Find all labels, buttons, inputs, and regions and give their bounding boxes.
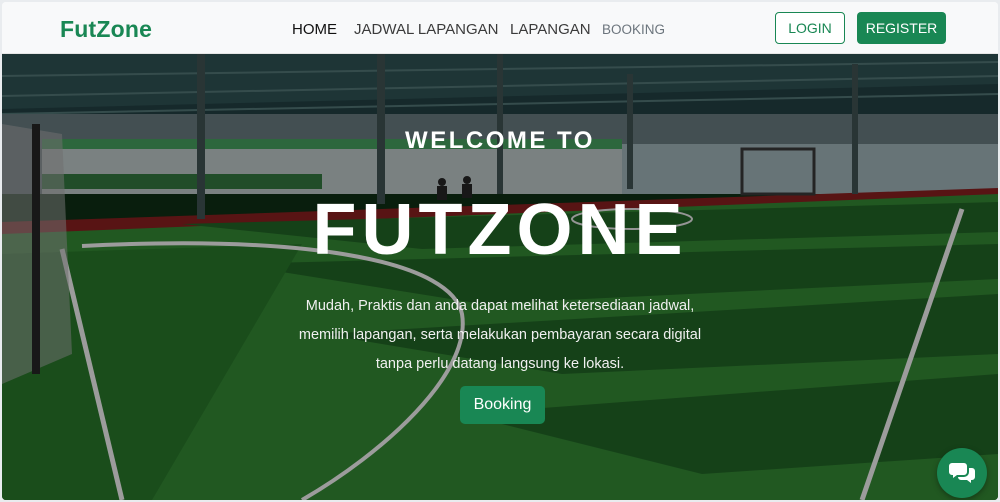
nav-booking[interactable]: BOOKING: [602, 22, 665, 37]
hero-description: Mudah, Praktis dan anda dapat melihat ke…: [2, 292, 998, 379]
login-button[interactable]: LOGIN: [775, 12, 845, 44]
navbar: FutZone HOME JADWAL LAPANGAN LAPANGAN BO…: [2, 2, 998, 54]
hero-description-line: Mudah, Praktis dan anda dapat melihat ke…: [305, 298, 695, 314]
nav-jadwal-lapangan[interactable]: JADWAL LAPANGAN: [354, 21, 498, 38]
nav-lapangan[interactable]: LAPANGAN: [510, 21, 591, 38]
chat-bubbles-icon: [949, 463, 975, 483]
browser-viewport: FutZone HOME JADWAL LAPANGAN LAPANGAN BO…: [2, 2, 998, 500]
nav-home[interactable]: HOME: [292, 21, 337, 38]
hero-section: WELCOME TO FUTZONE Mudah, Praktis dan an…: [2, 54, 998, 500]
booking-button[interactable]: Booking: [460, 386, 545, 424]
hero-description-line: tanpa perlu datang langsung ke lokasi.: [375, 356, 625, 372]
brand-logo[interactable]: FutZone: [60, 16, 152, 43]
hero-welcome-text: WELCOME TO: [405, 127, 595, 154]
chat-button[interactable]: [937, 448, 987, 498]
hero-description-line: memilih lapangan, serta melakukan pembay…: [298, 327, 702, 343]
register-button[interactable]: REGISTER: [857, 12, 946, 44]
hero-overlay: [2, 54, 998, 500]
hero-title: FUTZONE: [312, 190, 688, 270]
